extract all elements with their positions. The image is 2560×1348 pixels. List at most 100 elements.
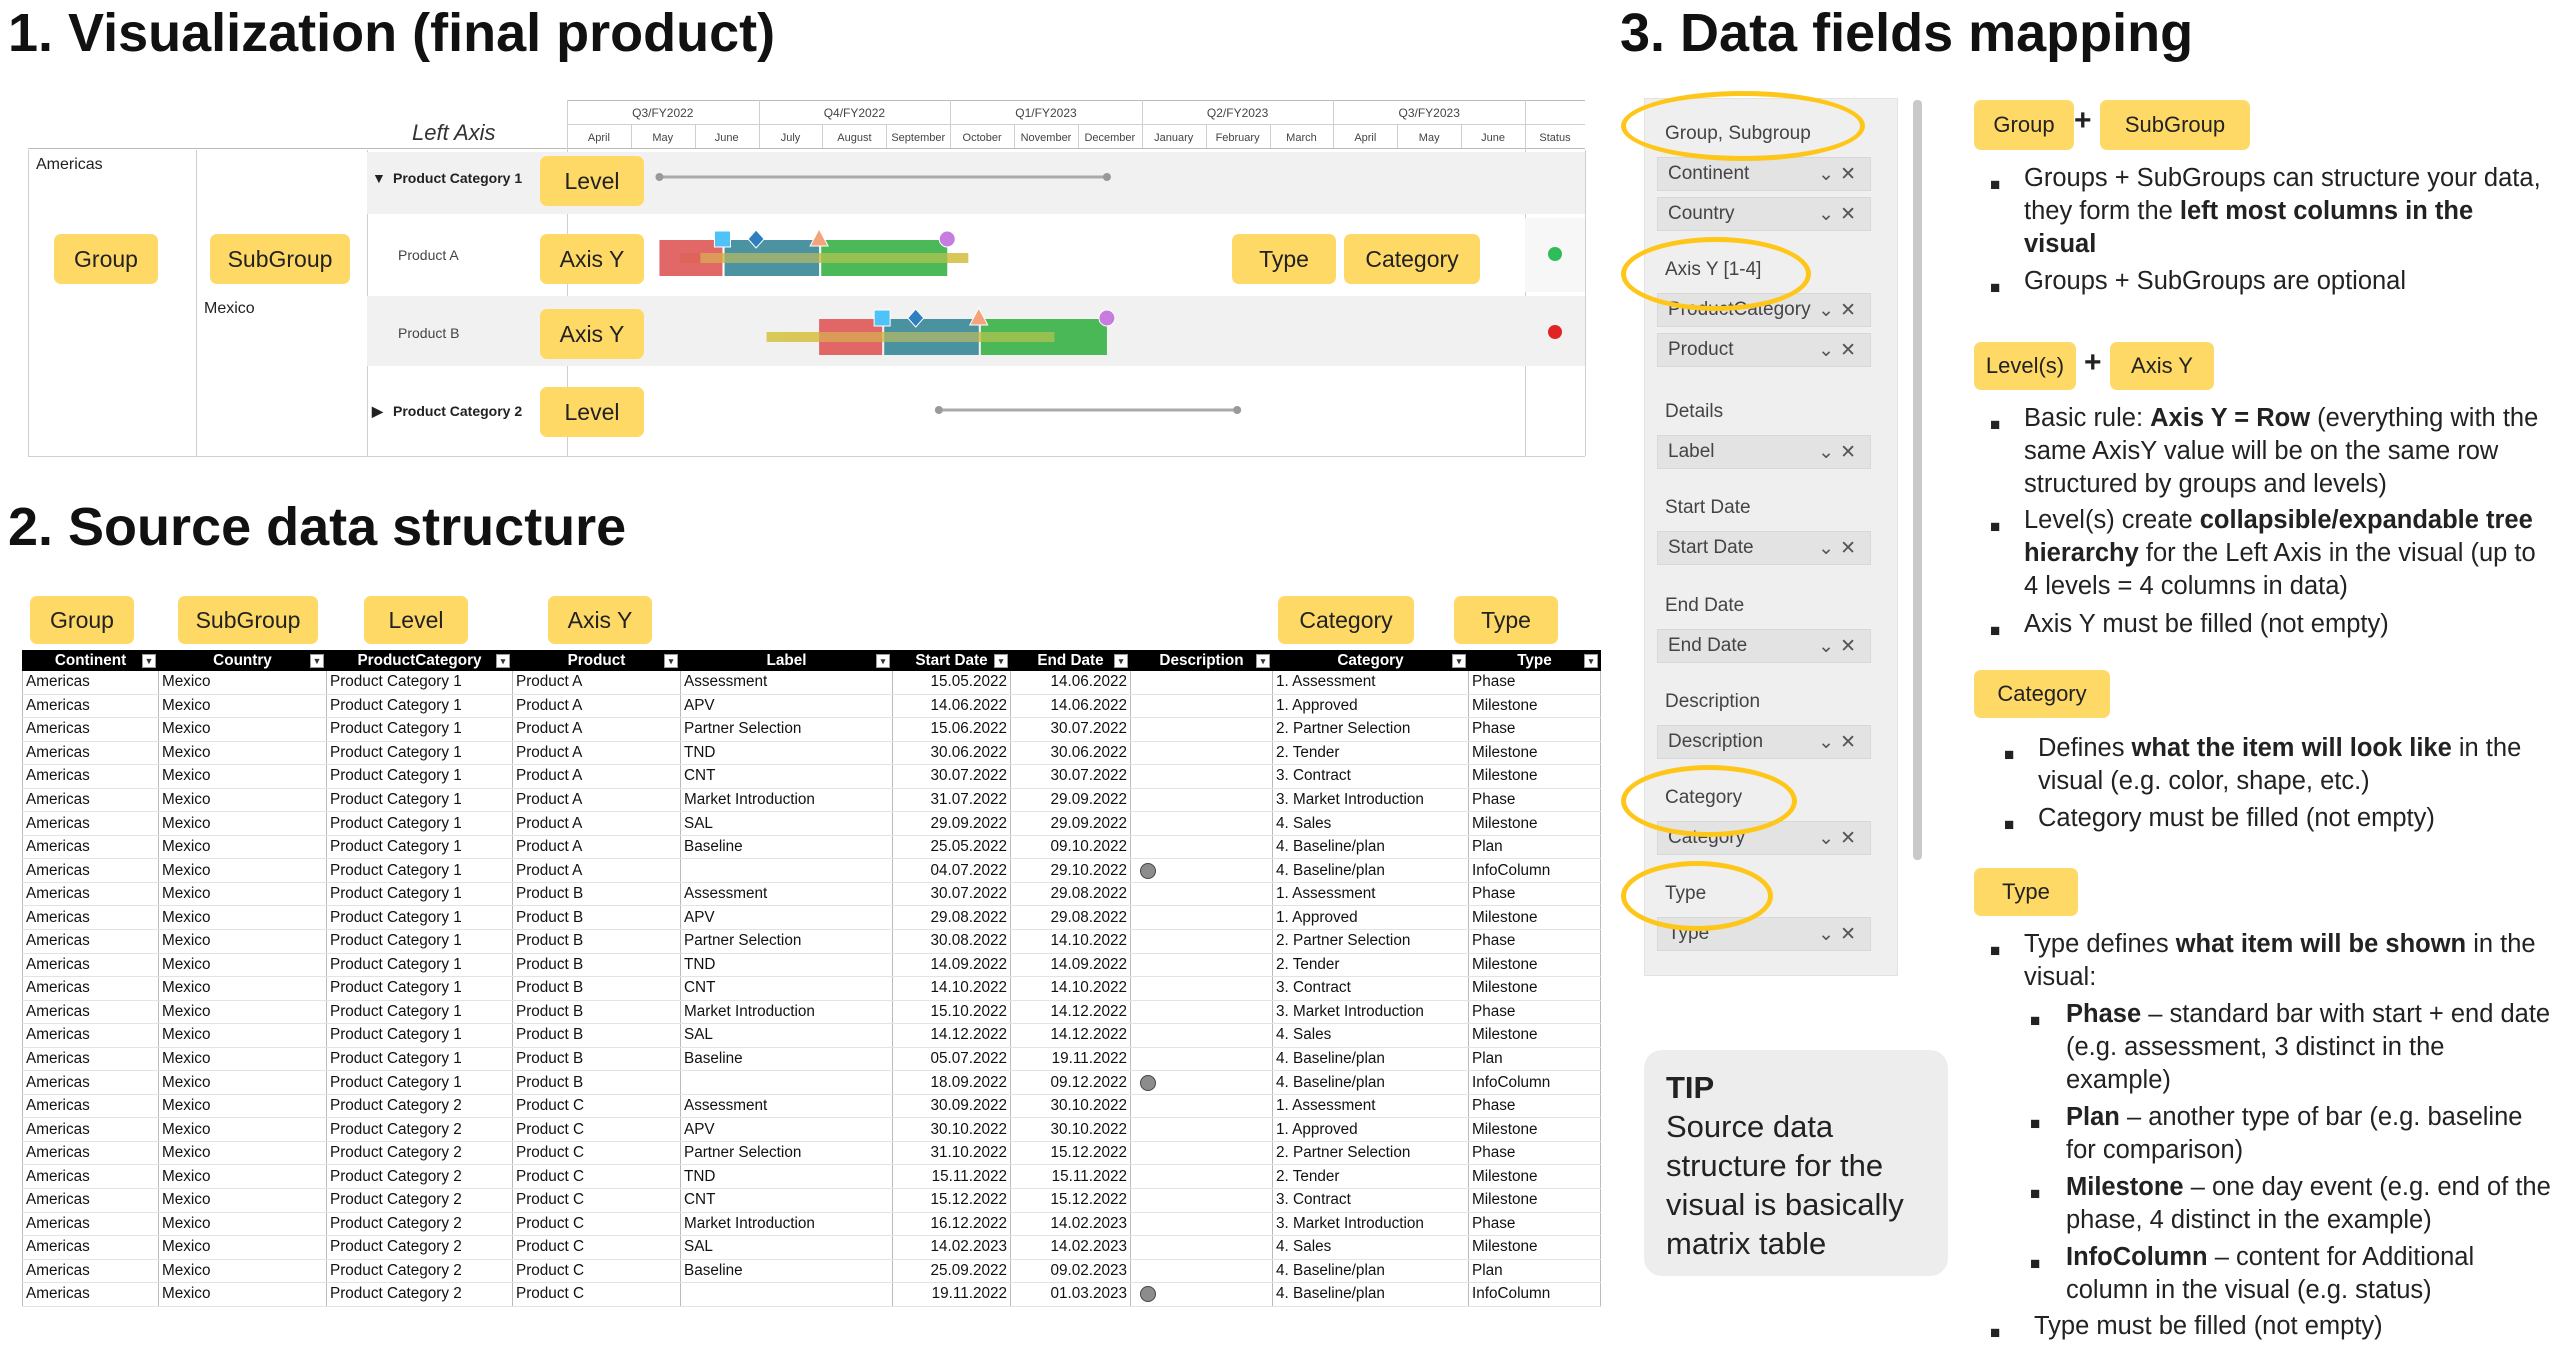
milestone-circle xyxy=(938,230,956,248)
column-header[interactable]: ProductCategory ▾ xyxy=(326,650,513,671)
filter-dropdown-icon[interactable]: ▼ xyxy=(142,654,156,668)
table-cell xyxy=(1130,788,1273,813)
table-cell: Milestone xyxy=(1468,953,1601,978)
table-cell: Product A xyxy=(512,764,681,789)
table-cell: 1. Assessment xyxy=(1272,670,1469,695)
field-well-item[interactable]: Country ⌄✕ xyxy=(1657,197,1871,231)
chevron-close-icons[interactable]: ⌄✕ xyxy=(1818,163,1862,186)
table-cell: SAL xyxy=(680,1023,893,1048)
table-cell: Mexico xyxy=(158,788,327,813)
source-pill-type: Type xyxy=(1454,596,1558,644)
column-header[interactable]: Start Date ▾ xyxy=(892,650,1011,671)
table-cell: Americas xyxy=(22,788,159,813)
note-groups-2: ■ Groups + SubGroups are optional xyxy=(1990,265,2550,298)
chevron-close-icons[interactable]: ⌄✕ xyxy=(1818,441,1862,464)
field-well-item[interactable]: Start Date ⌄✕ xyxy=(1657,531,1871,565)
field-well-label: Continent xyxy=(1668,163,1750,184)
table-cell: Product Category 1 xyxy=(326,882,513,907)
table-cell xyxy=(1130,858,1273,883)
filter-dropdown-icon[interactable]: ▾ xyxy=(496,654,510,668)
field-section-title: End Date xyxy=(1665,595,1745,616)
note-pill-group: Group xyxy=(1974,100,2074,150)
field-well-item[interactable]: Description ⌄✕ xyxy=(1657,725,1871,759)
fields-pane-scrollbar[interactable] xyxy=(1913,100,1922,860)
table-row: Americas Mexico Product Category 2 Product … xyxy=(22,1235,1601,1260)
filter-dropdown-icon[interactable]: ▼ xyxy=(310,654,324,668)
chevron-close-icons[interactable]: ⌄✕ xyxy=(1818,923,1862,946)
note-l1b: Axis Y = Row xyxy=(2150,404,2311,432)
table-cell: 2. Partner Selection xyxy=(1272,717,1469,742)
table-cell: 14.12.2022 xyxy=(1010,1023,1131,1048)
table-row: Americas Mexico Product Category 1 Product … xyxy=(22,858,1601,883)
table-cell: Milestone xyxy=(1468,741,1601,766)
filter-dropdown-icon[interactable]: ▾ xyxy=(1584,654,1598,668)
pill-subgroup: SubGroup xyxy=(210,234,350,284)
table-cell xyxy=(1130,670,1273,695)
milestone-square xyxy=(873,309,891,327)
filter-dropdown-icon[interactable]: ▾ xyxy=(1452,654,1466,668)
column-header[interactable]: Country ▼ xyxy=(158,650,327,671)
plan-bar-overlay xyxy=(786,332,1055,342)
chevron-close-icons[interactable]: ⌄✕ xyxy=(1818,827,1862,850)
note-type-2: ■ Type must be filled (not empty) xyxy=(1990,1310,2550,1343)
table-cell: Mexico xyxy=(158,1188,327,1213)
filter-dropdown-icon[interactable]: ▾ xyxy=(876,654,890,668)
table-cell: Product Category 1 xyxy=(326,811,513,836)
filter-dropdown-icon[interactable]: ▾ xyxy=(1256,654,1270,668)
field-well-item[interactable]: Product ⌄✕ xyxy=(1657,333,1871,367)
note-pill-subgroup: SubGroup xyxy=(2100,100,2250,150)
table-cell: 14.12.2022 xyxy=(1010,1000,1131,1025)
chevron-close-icons[interactable]: ⌄✕ xyxy=(1818,537,1862,560)
chevron-close-icons[interactable]: ⌄✕ xyxy=(1818,203,1862,226)
column-header[interactable]: Product ▾ xyxy=(512,650,681,671)
note-levels-3: ■ Axis Y must be filled (not empty) xyxy=(1990,608,2550,641)
source-data-table: Continent ▼ Country ▼ ProductCategory ▾ Produc… xyxy=(22,650,1601,1307)
filter-dropdown-icon[interactable]: ▾ xyxy=(664,654,678,668)
column-header[interactable]: End Date ▾ xyxy=(1010,650,1131,671)
table-cell: Mexico xyxy=(158,1235,327,1260)
column-header[interactable]: Type ▾ xyxy=(1468,650,1601,671)
note-t3a: Plan xyxy=(2066,1103,2120,1131)
chevron-close-icons[interactable]: ⌄✕ xyxy=(1818,635,1862,658)
table-cell: 3. Contract xyxy=(1272,764,1469,789)
column-header[interactable]: Category ▾ xyxy=(1272,650,1469,671)
table-row: Americas Mexico Product Category 1 Product … xyxy=(22,717,1601,742)
column-header[interactable]: Continent ▼ xyxy=(22,650,159,671)
filter-dropdown-icon[interactable]: ▾ xyxy=(994,654,1008,668)
table-cell: 14.09.2022 xyxy=(892,953,1011,978)
note-c2: Category must be filled (not empty) xyxy=(2038,804,2435,832)
chevron-close-icons[interactable]: ⌄✕ xyxy=(1818,731,1862,754)
chevron-close-icons[interactable]: ⌄✕ xyxy=(1818,339,1862,362)
table-cell: APV xyxy=(680,1117,893,1142)
table-cell: InfoColumn xyxy=(1468,1070,1601,1095)
table-cell xyxy=(1130,905,1273,931)
note-category-2: ■ Category must be filled (not empty) xyxy=(2004,802,2554,835)
column-header[interactable]: Description ▾ xyxy=(1130,650,1273,671)
pill-level-2: Level xyxy=(540,387,644,437)
table-cell: Product Category 1 xyxy=(326,858,513,883)
table-cell: Americas xyxy=(22,953,159,978)
filter-dropdown-icon[interactable]: ▾ xyxy=(1114,654,1128,668)
table-cell xyxy=(1130,1164,1273,1190)
table-cell: Product Category 2 xyxy=(326,1094,513,1119)
table-cell: 3. Market Introduction xyxy=(1272,788,1469,813)
level-summary-end xyxy=(1233,406,1242,414)
table-cell: Baseline xyxy=(680,835,893,860)
table-cell xyxy=(1130,1282,1273,1307)
note-g2: Groups + SubGroups are optional xyxy=(2024,267,2407,295)
milestone-triangle xyxy=(968,306,989,326)
note-type-plan: ■ Plan – another type of bar (e.g. basel… xyxy=(2030,1103,2523,1164)
pill-axis-y-a: Axis Y xyxy=(540,234,644,284)
field-well-item[interactable]: Continent ⌄✕ xyxy=(1657,157,1871,191)
column-header-label: ProductCategory xyxy=(357,651,482,669)
field-well-item[interactable]: End Date ⌄✕ xyxy=(1657,629,1871,663)
table-cell: Product Category 1 xyxy=(326,741,513,766)
column-header[interactable]: Label ▾ xyxy=(680,650,893,671)
field-well-item[interactable]: Label ⌄✕ xyxy=(1657,435,1871,469)
note-type-1: ■ Type defines what item will be shown i… xyxy=(1990,930,2536,991)
table-cell: Product Category 1 xyxy=(326,1047,513,1072)
chevron-close-icons[interactable]: ⌄✕ xyxy=(1818,299,1862,322)
table-cell: Product C xyxy=(512,1117,681,1142)
table-cell: Americas xyxy=(22,764,159,789)
table-cell: 25.05.2022 xyxy=(892,835,1011,860)
